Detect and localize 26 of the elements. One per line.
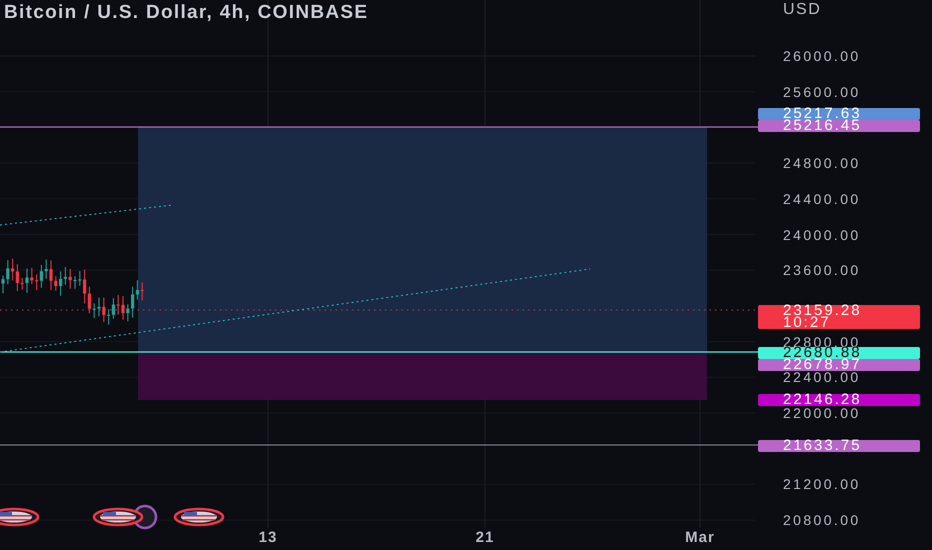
price-tick: 22800.00 [783,336,861,347]
flag-icon[interactable] [0,508,40,526]
time-label: 13 [258,529,278,546]
price-label: 22146.28 [758,394,920,406]
time-label: 21 [476,529,494,546]
price-label: 21633.75 [758,440,920,452]
price-tick: 24400.00 [783,194,861,204]
price-tick: 23600.00 [783,265,861,276]
price-tick: 22000.00 [783,408,861,418]
chart-title: Bitcoin / U.S. Dollar, 4h, COINBASE [3,1,370,25]
flag-icon[interactable] [92,508,144,526]
currency-label: USD [783,1,822,19]
price-tick: 22400.00 [783,372,861,382]
price-label: 23159.28 10:27 [758,304,920,329]
flag-icon[interactable] [174,508,224,526]
price-tick: 24800.00 [783,158,861,168]
price-tick: 21200.00 [783,479,861,490]
price-label: 25216.45 [758,120,920,132]
price-tick: 25600.00 [783,86,861,97]
price-tick: 26000.00 [783,51,861,61]
price-tick: 24000.00 [783,230,861,240]
price-label: 22680.88 [758,347,920,360]
time-label: Mar [685,529,715,546]
price-label: 25217.63 [758,108,920,120]
price-tick: 20800.00 [783,515,861,526]
price-label: 22678.97 [758,359,920,372]
